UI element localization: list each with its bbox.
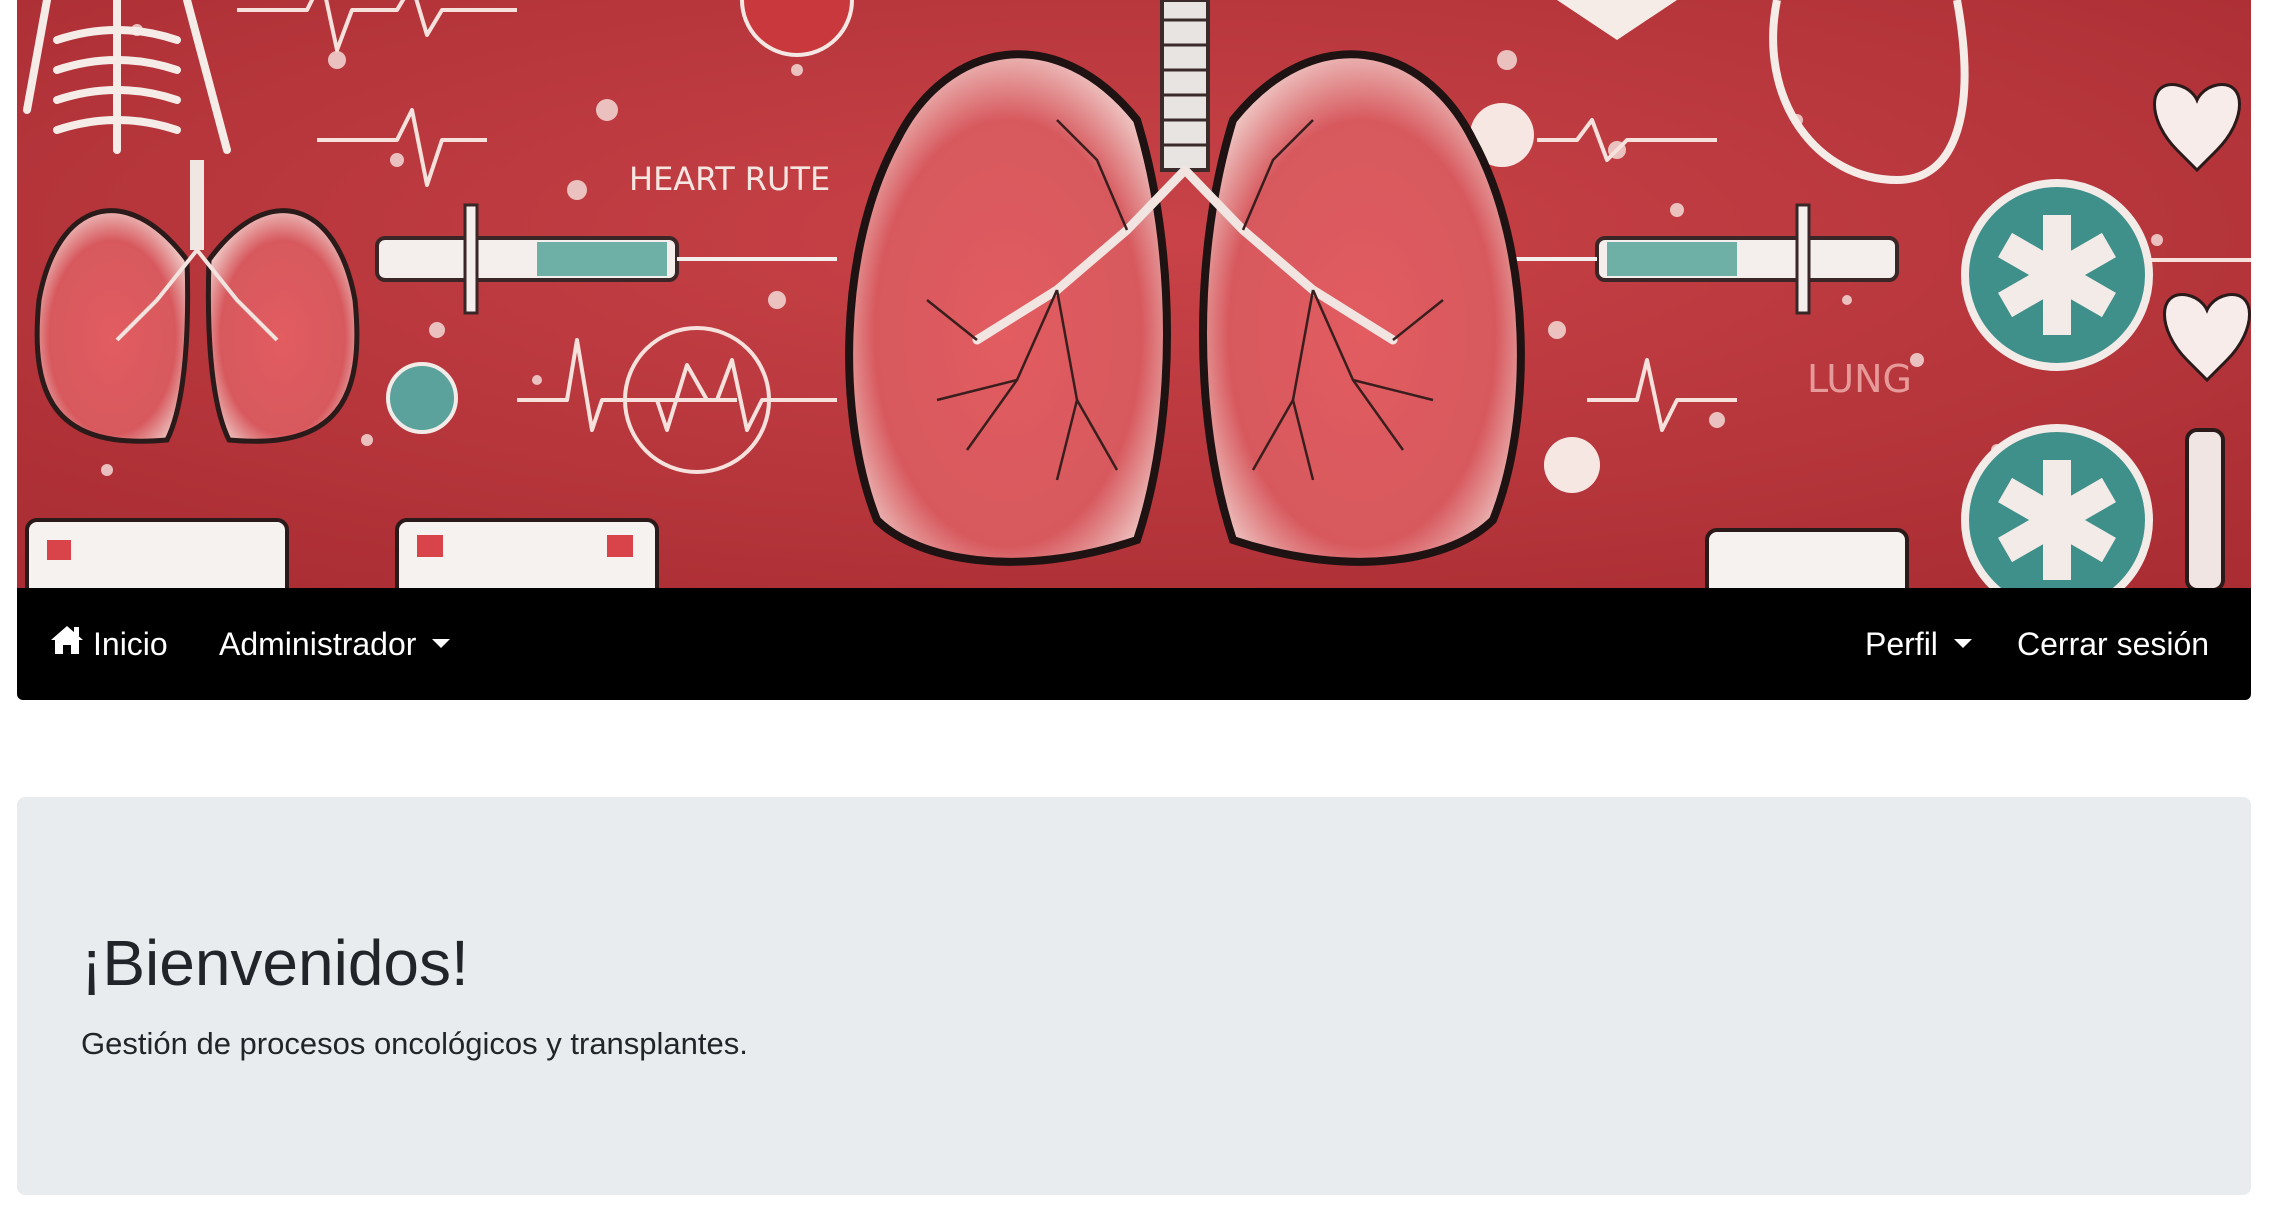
- caret-down-icon: [432, 638, 451, 648]
- page-title: ¡Bienvenidos!: [81, 927, 469, 999]
- home-icon: [49, 624, 85, 664]
- page-subtitle: Gestión de procesos oncológicos y transp…: [81, 1026, 748, 1061]
- caret-down-icon: [1953, 638, 1972, 648]
- nav-home-link[interactable]: Inicio: [49, 588, 168, 700]
- welcome-jumbotron: ¡Bienvenidos! Gestión de procesos oncoló…: [17, 797, 2251, 1195]
- nav-perfil-label: Perfil: [1865, 625, 1938, 662]
- nav-admin-label: Administrador: [219, 625, 417, 662]
- nav-home-label: Inicio: [93, 625, 168, 662]
- banner-text-heart-rate: HEART RUTE: [629, 160, 830, 198]
- main-navbar: Inicio Administrador Perfil Cerrar sesió…: [17, 588, 2251, 700]
- header-banner-image: HEART RUTE LUNG: [17, 0, 2251, 588]
- nav-admin-dropdown[interactable]: Administrador: [219, 588, 451, 700]
- nav-perfil-dropdown[interactable]: Perfil: [1865, 588, 1972, 700]
- nav-logout-label: Cerrar sesión: [2017, 625, 2210, 662]
- nav-logout-link[interactable]: Cerrar sesión: [2017, 588, 2209, 700]
- page: HEART RUTE LUNG Inicio Administrador Per…: [0, 0, 2272, 1222]
- banner-text-lung: LUNG: [1807, 357, 1912, 401]
